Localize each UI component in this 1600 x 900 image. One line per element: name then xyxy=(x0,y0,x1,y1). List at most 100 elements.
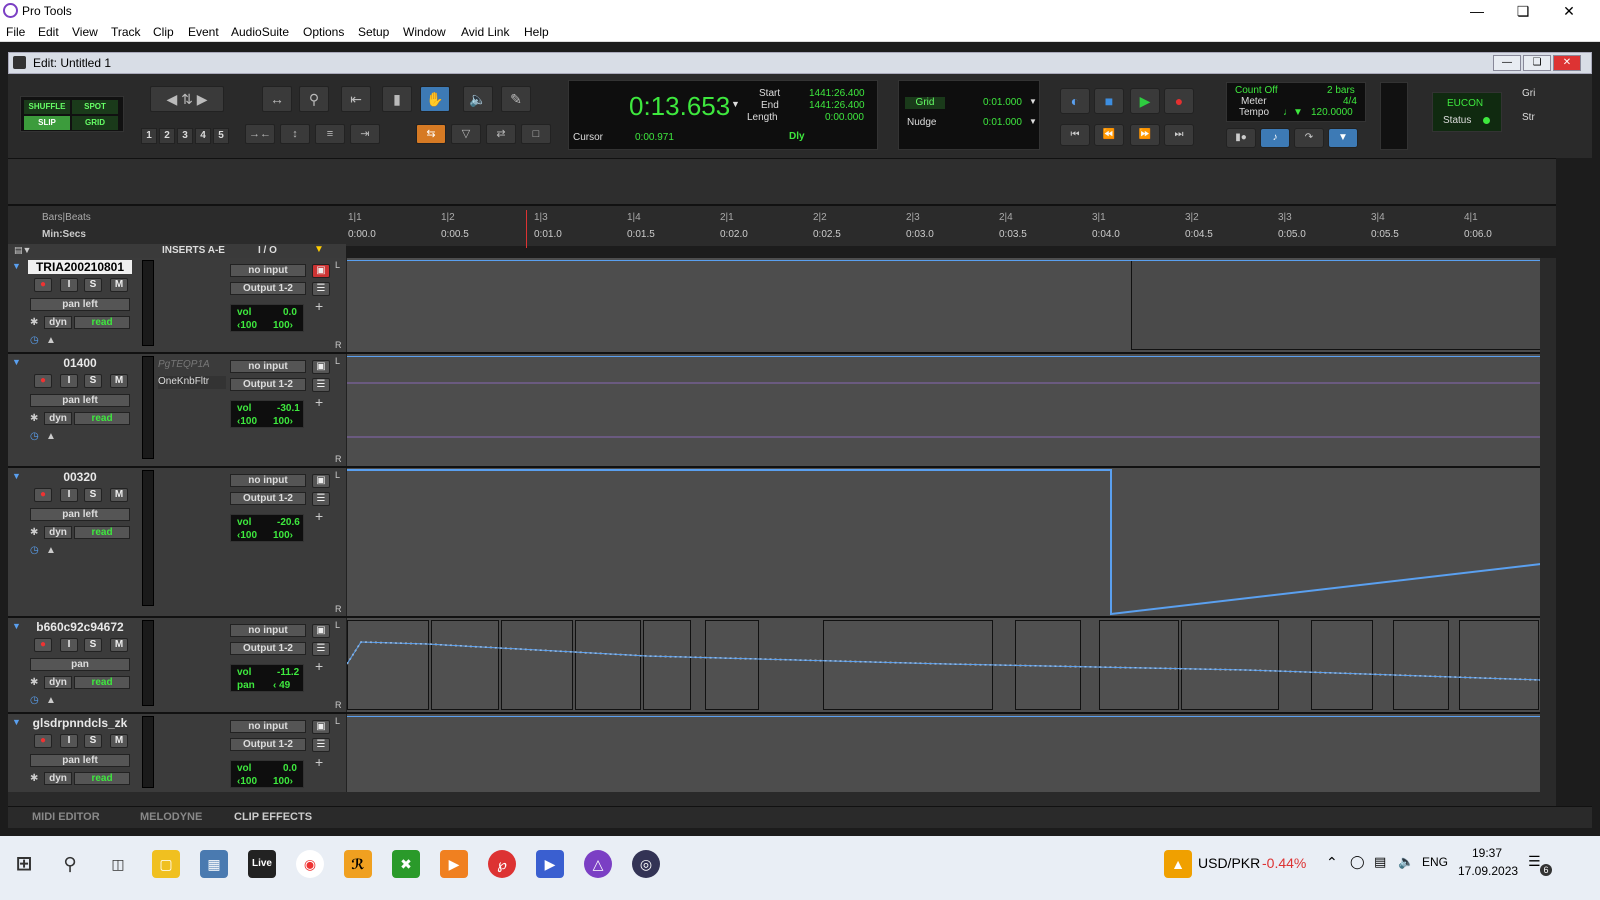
close-button[interactable]: ✕ xyxy=(1546,0,1592,22)
notifications-icon[interactable]: ☰ xyxy=(1528,853,1541,870)
menu-help[interactable]: Help xyxy=(524,25,549,39)
vol-value[interactable]: -11.2 xyxy=(277,667,299,678)
menu-event[interactable]: Event xyxy=(188,25,219,39)
automation-mode-select[interactable]: read xyxy=(74,526,130,539)
track-list-icon[interactable]: ☰ xyxy=(312,282,330,296)
zoom-preset-2[interactable]: 2 xyxy=(159,128,175,144)
menu-avid-link[interactable]: Avid Link xyxy=(461,25,509,39)
track-expand-icon[interactable]: ▼ xyxy=(12,261,21,271)
track-name[interactable]: b660c92c94672 xyxy=(28,620,132,634)
conductor-icon[interactable]: ▼ xyxy=(1328,128,1358,148)
calculator-icon[interactable]: ▦ xyxy=(200,850,228,878)
horizontal-scrollbar[interactable] xyxy=(8,792,1556,806)
volume-automation-line[interactable] xyxy=(347,468,1541,616)
automation-mode-select[interactable]: read xyxy=(74,412,130,425)
grid-mode-button[interactable]: GRID xyxy=(72,116,118,130)
clock-icon[interactable]: ◷ xyxy=(30,695,39,706)
mute-button[interactable]: M xyxy=(110,638,128,652)
clock-icon[interactable]: ◷ xyxy=(30,335,39,346)
task-view-icon[interactable]: ◫ xyxy=(104,850,132,878)
pan-right-value[interactable]: 100› xyxy=(273,776,293,787)
timeline-rulers[interactable]: Bars|Beats Min:Secs 1|1 1|2 1|3 1|4 2|1 2|2 2|… xyxy=(8,204,1556,248)
return-to-zero-button[interactable]: ⏮ xyxy=(1060,124,1090,146)
volume-pan-display[interactable]: vol 0.0 ‹100 100› xyxy=(230,760,304,788)
edit-close-button[interactable]: ✕ xyxy=(1553,55,1581,71)
avid-link-icon[interactable]: ◎ xyxy=(632,850,660,878)
record-enable-button[interactable]: ● xyxy=(34,278,52,292)
insert-slot-a[interactable] xyxy=(158,263,226,276)
automation-mode-select[interactable]: read xyxy=(74,676,130,689)
scrubber-speaker-icon[interactable]: 🔈 xyxy=(463,86,493,112)
mute-button[interactable]: M xyxy=(110,278,128,292)
pan-right-value[interactable]: 100› xyxy=(273,530,293,541)
track-name[interactable]: glsdrpnndcls_zk xyxy=(28,716,132,730)
track-expand-icon[interactable]: ▼ xyxy=(12,357,21,367)
solo-button[interactable]: S xyxy=(84,488,102,502)
menu-options[interactable]: Options xyxy=(303,25,344,39)
pan-mode-select[interactable]: pan left xyxy=(30,754,130,767)
track-name[interactable]: 01400 xyxy=(28,356,132,370)
media-player-icon[interactable]: ▶ xyxy=(440,850,468,878)
asterisk-icon[interactable]: ✱ xyxy=(30,773,38,784)
end-value[interactable]: 1441:26.400 xyxy=(809,100,865,111)
pan-right-value[interactable]: 100› xyxy=(273,320,293,331)
track-record-icon[interactable]: ▣ xyxy=(312,360,330,374)
insert-slot-a[interactable]: PgTEQP1A xyxy=(158,359,226,372)
restore-button[interactable]: ❏ xyxy=(1500,0,1546,22)
track-name[interactable]: 00320 xyxy=(28,470,132,484)
input-select[interactable]: no input xyxy=(230,624,306,637)
asterisk-icon[interactable]: ✱ xyxy=(30,677,38,688)
vol-value[interactable]: -20.6 xyxy=(277,517,300,528)
input-monitor-button[interactable]: I xyxy=(60,734,78,748)
pan-left-value[interactable]: ‹100 xyxy=(237,530,257,541)
add-icon[interactable]: + xyxy=(315,298,323,314)
grid-dropdown-icon[interactable]: ▼ xyxy=(1029,97,1037,106)
note-dropdown-icon[interactable]: ♩▼ xyxy=(1283,107,1303,118)
video-editor-icon[interactable]: ▶ xyxy=(536,850,564,878)
zoom-preset-4[interactable]: 4 xyxy=(195,128,211,144)
volume-automation-line[interactable] xyxy=(347,716,1541,717)
input-monitor-button[interactable]: I xyxy=(60,488,78,502)
volume-pan-display[interactable]: vol -11.2 pan ‹ 49 xyxy=(230,664,304,692)
search-icon[interactable]: ⚲ xyxy=(56,850,84,878)
nudge-value[interactable]: 0:01.000 xyxy=(983,117,1022,128)
insertion-follows-icon[interactable]: ▽ xyxy=(451,124,481,144)
dyn-select[interactable]: dyn xyxy=(44,316,72,329)
pan-mode-select[interactable]: pan left xyxy=(30,508,130,521)
volume-icon[interactable]: 🔈 xyxy=(1398,854,1414,870)
main-counter[interactable]: 0:13.653 xyxy=(629,91,730,122)
output-select[interactable]: Output 1-2 xyxy=(230,642,306,655)
volume-pan-display[interactable]: vol -30.1 ‹100 100› xyxy=(230,400,304,428)
pan-left-value[interactable]: ‹100 xyxy=(237,320,257,331)
currency-widget-icon[interactable]: ▲ xyxy=(1164,850,1192,878)
slip-mode-button[interactable]: SLIP xyxy=(24,116,70,130)
tray-chevron-icon[interactable]: ⌃ xyxy=(1326,854,1338,871)
zoomer-expand-icon[interactable]: ↔ xyxy=(262,86,292,112)
track-expand-icon[interactable]: ▼ xyxy=(12,471,21,481)
track-list-icon[interactable]: ☰ xyxy=(312,378,330,392)
vertical-scrollbar[interactable] xyxy=(1540,258,1556,792)
clock-time[interactable]: 19:37 xyxy=(1472,846,1502,860)
output-select[interactable]: Output 1-2 xyxy=(230,738,306,751)
shuffle-mode-button[interactable]: SHUFFLE xyxy=(24,100,70,114)
dyn-select[interactable]: dyn xyxy=(44,412,72,425)
automation-mode-select[interactable]: read xyxy=(74,316,130,329)
solo-button[interactable]: S xyxy=(84,278,102,292)
pencil-tool-icon[interactable]: ✎ xyxy=(501,86,531,112)
record-button[interactable]: ● xyxy=(1164,88,1194,114)
tab-clip-effects[interactable]: CLIP EFFECTS xyxy=(234,811,312,823)
volume-pan-display[interactable]: vol 0.0 ‹100 100› xyxy=(230,304,304,332)
output-select[interactable]: Output 1-2 xyxy=(230,378,306,391)
asterisk-icon[interactable]: ✱ xyxy=(30,317,38,328)
playlist-icon[interactable]: ▲ xyxy=(46,335,56,346)
link-timeline-icon[interactable]: ⇆ xyxy=(416,124,446,144)
volume-automation-line[interactable] xyxy=(347,260,1541,261)
edit-minimize-button[interactable]: — xyxy=(1493,55,1521,71)
input-select[interactable]: no input xyxy=(230,264,306,277)
clock-date[interactable]: 17.09.2023 xyxy=(1458,864,1518,878)
track-list-icon[interactable]: ☰ xyxy=(312,738,330,752)
windows-start-icon[interactable]: ⊞ xyxy=(10,850,38,878)
zoomer-tool-icon[interactable]: ⚲ xyxy=(299,86,329,112)
go-to-end-button[interactable]: ⏭ xyxy=(1164,124,1194,146)
chrome-icon[interactable]: ◉ xyxy=(296,850,324,878)
